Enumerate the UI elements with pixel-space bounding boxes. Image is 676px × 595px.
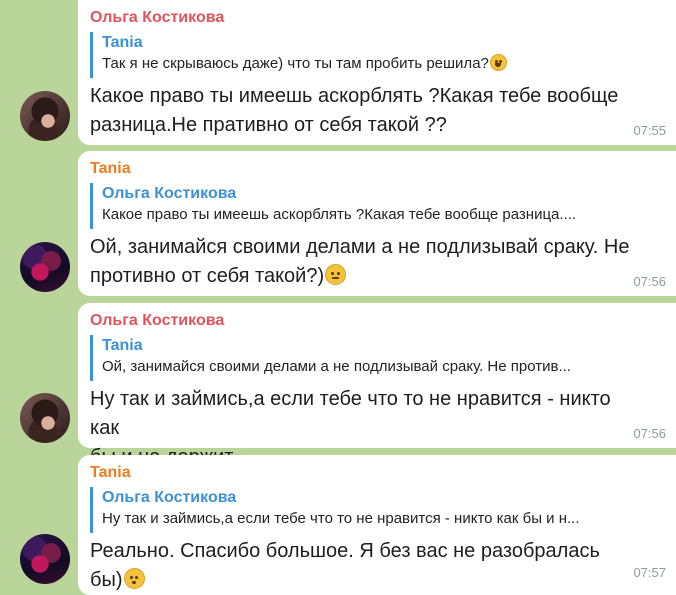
reply-quote[interactable]: Tania Ой, занимайся своими делами а не п… (90, 335, 668, 381)
message-bubble[interactable]: Ольга Костикова Tania Ой, занимайся свои… (78, 303, 676, 468)
reply-quote[interactable]: Tania Так я не скрываюсь даже) что ты та… (90, 32, 668, 78)
sender-name[interactable]: Tania (90, 160, 131, 178)
message-text: Ой, занимайся своими делами а не подлизы… (90, 233, 630, 291)
message-time: 07:56 (633, 274, 666, 289)
message-bubble[interactable]: Ольга Костикова Tania Так я не скрываюсь… (78, 0, 676, 145)
sender-avatar[interactable] (20, 393, 70, 443)
face-with-tears-of-joy-icon (489, 54, 507, 71)
sender-name[interactable]: Ольга Костикова (90, 312, 224, 330)
message-time: 07:56 (633, 426, 666, 441)
message-text: Какое право ты имеешь аскорблять ?Какая … (90, 82, 630, 140)
sender-name[interactable]: Tania (90, 464, 131, 482)
reply-author: Tania (102, 34, 143, 51)
message-line: противно от себя такой?) (90, 262, 630, 291)
message-time: 07:55 (633, 123, 666, 138)
reply-preview: Так я не скрываюсь даже) что ты там проб… (102, 53, 662, 75)
message-line: Реально. Спасибо большое. Я без вас не р… (90, 540, 600, 591)
reply-author: Tania (102, 337, 143, 354)
reply-author: Ольга Костикова (102, 185, 237, 202)
face-blowing-kiss-icon (123, 568, 145, 589)
sender-avatar[interactable] (20, 91, 70, 141)
message-line: Ой, занимайся своими делами а не подлизы… (90, 236, 630, 258)
reply-quote[interactable]: Ольга Костикова Какое право ты имеешь ас… (90, 183, 668, 229)
message-line: Ну так и займись,а если тебе что то не н… (90, 388, 611, 439)
grimacing-face-icon (325, 264, 347, 285)
message-time: 07:57 (633, 565, 666, 580)
message-bubble[interactable]: Tania Ольга Костикова Ну так и займись,а… (78, 455, 676, 595)
reply-preview: Какое право ты имеешь аскорблять ?Какая … (102, 206, 577, 223)
message-line: Какое право ты имеешь аскорблять ?Какая … (90, 85, 619, 107)
sender-name[interactable]: Ольга Костикова (90, 9, 224, 27)
reply-author: Ольга Костикова (102, 489, 237, 506)
message-text: Реально. Спасибо большое. Я без вас не р… (90, 537, 630, 595)
chat-history[interactable]: Ольга Костикова Tania Так я не скрываюсь… (0, 0, 676, 595)
reply-preview: Ну так и займись,а если тебе что то не н… (102, 510, 580, 527)
sender-avatar[interactable] (20, 242, 70, 292)
message-bubble[interactable]: Tania Ольга Костикова Какое право ты име… (78, 151, 676, 296)
reply-quote[interactable]: Ольга Костикова Ну так и займись,а если … (90, 487, 668, 533)
reply-preview: Ой, занимайся своими делами а не подлизы… (102, 358, 571, 375)
sender-avatar[interactable] (20, 534, 70, 584)
message-line: разница.Не пративно от себя такой ?? (90, 114, 447, 136)
